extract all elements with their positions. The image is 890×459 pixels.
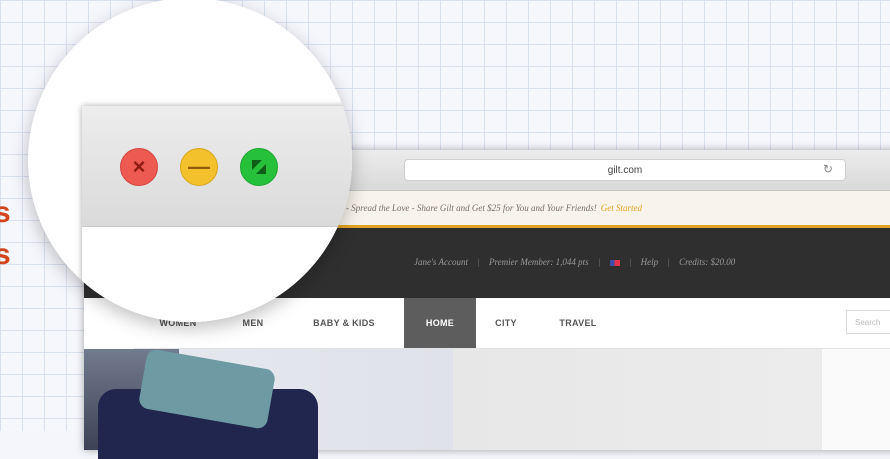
help-link[interactable]: Help [641,257,659,267]
close-icon: × [132,154,146,179]
nav-item-travel[interactable]: TRAVEL [536,298,620,348]
member-status[interactable]: Premier Member: 1,044 pts [489,257,589,267]
separator: | [597,257,601,267]
separator: | [628,257,632,267]
minimize-button[interactable]: — [180,148,218,186]
account-links: Jane's Account | Premier Member: 1,044 p… [414,257,735,267]
separator: | [477,257,480,267]
address-bar[interactable]: gilt.com ↻ [404,159,846,181]
fullscreen-icon [252,160,266,174]
side-heading-fragment-2: s [0,238,11,271]
nav-item-city[interactable]: CITY [476,298,536,348]
flag-icon[interactable] [609,259,620,266]
credits-link[interactable]: Credits: $20.00 [679,257,735,267]
magnified-window: × — [82,106,352,322]
address-text: gilt.com [607,164,643,176]
magnified-content [82,227,352,322]
account-link[interactable]: Jane's Account [414,257,468,267]
nav-item-home[interactable]: HOME [404,298,476,348]
minimize-icon: — [188,154,210,179]
hero-image [84,348,890,459]
side-heading-fragment-1: s [0,196,11,229]
separator: | [667,257,670,267]
search-input[interactable]: Search [846,310,890,334]
promo-message: - Spread the Love - Share Gilt and Get $… [346,203,597,213]
get-started-link[interactable]: Get Started [601,203,642,213]
magnifier-lens: × — [28,0,352,322]
maximize-button[interactable] [240,148,278,186]
reload-icon[interactable]: ↻ [823,162,833,176]
magnified-titlebar: × — [82,106,352,227]
close-button[interactable]: × [120,148,158,186]
